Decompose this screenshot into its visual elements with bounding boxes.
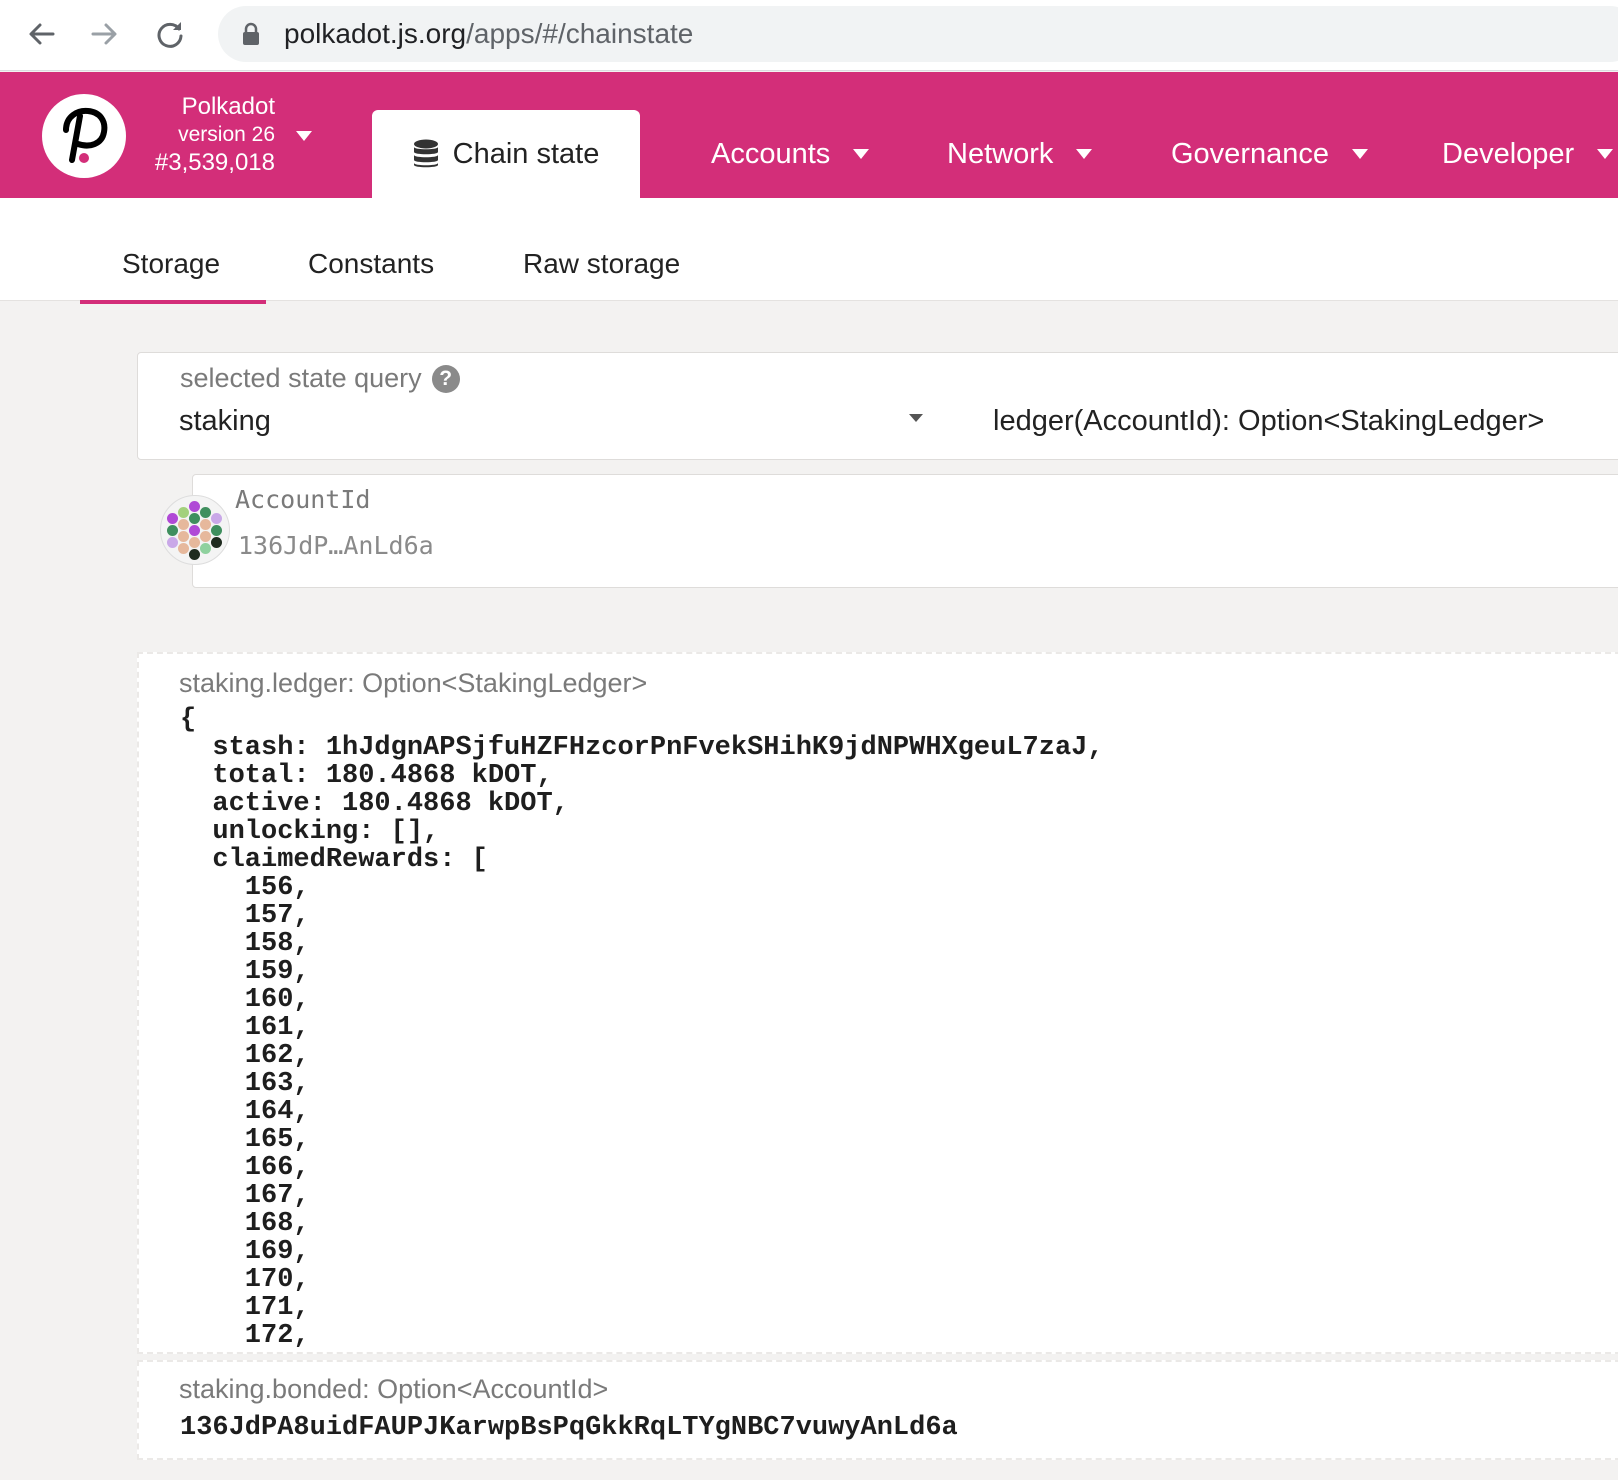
ledger-line: 166, <box>244 1153 310 1183</box>
arrow-left-icon <box>29 23 55 45</box>
active-tab-indicator <box>80 300 266 304</box>
ledger-line: 158, <box>244 929 310 959</box>
method-dropdown[interactable]: ledger(AccountId): Option<StakingLedger> <box>993 405 1544 438</box>
url-text: polkadot.js.org/apps/#/chainstate <box>284 20 693 48</box>
chevron-down-icon <box>853 149 870 159</box>
ledger-line: 162, <box>244 1041 310 1071</box>
ledger-line: 170, <box>244 1265 310 1295</box>
polkadot-logo[interactable] <box>42 94 126 178</box>
ledger-line: 171, <box>244 1293 310 1323</box>
subtab-bar: Storage Constants Raw storage <box>0 198 1618 301</box>
reload-icon <box>157 22 183 48</box>
ledger-line: 172, <box>180 1321 310 1351</box>
account-id-label: AccountId <box>235 485 371 514</box>
chain-version: version 26 <box>178 123 275 146</box>
app-header: Polkadot version 26 #3,539,018 Chain sta… <box>0 72 1618 198</box>
chain-name: Polkadot <box>181 93 275 120</box>
account-identicon[interactable] <box>160 495 230 565</box>
chevron-down-icon[interactable] <box>295 130 313 142</box>
browser-toolbar: polkadot.js.org/apps/#/chainstate <box>0 0 1618 71</box>
menu-governance[interactable]: Governance <box>1171 134 1369 174</box>
best-block-number: #3,539,018 <box>154 149 275 176</box>
module-dropdown[interactable]: staking <box>179 405 271 438</box>
forward-button[interactable] <box>84 14 124 54</box>
ledger-line: 157, <box>244 901 310 931</box>
ledger-line: { <box>180 705 197 735</box>
ledger-line: 160, <box>244 985 310 1015</box>
ledger-line: 163, <box>244 1069 310 1099</box>
ledger-line: stash: 1hJdgnAPSjfuHZFHzcorPnFvekSHihK9j… <box>212 733 1104 763</box>
url-host: polkadot.js.org <box>284 18 467 49</box>
arrow-right-icon <box>91 23 117 45</box>
tab-storage[interactable]: Storage <box>122 248 220 280</box>
ledger-line: 159, <box>244 957 310 987</box>
ledger-line: 167, <box>244 1181 310 1211</box>
chevron-down-icon <box>1352 149 1368 159</box>
ledger-line: 156, <box>244 873 310 903</box>
menu-accounts[interactable]: Accounts <box>711 134 870 174</box>
menu-accounts-label: Accounts <box>711 137 831 170</box>
ledger-line: active: 180.4868 kDOT, <box>212 789 569 819</box>
account-id-input[interactable]: AccountId 136JdP…AnLd6a <box>192 474 1618 588</box>
tab-chain-state-label: Chain state <box>452 137 600 170</box>
menu-network[interactable]: Network <box>947 134 1093 174</box>
help-icon[interactable]: ? <box>431 364 460 393</box>
tab-raw-storage[interactable]: Raw storage <box>523 248 680 280</box>
ledger-line: total: 180.4868 kDOT, <box>212 761 553 791</box>
lock-icon <box>243 22 259 45</box>
query-label: selected state query ? <box>180 363 460 394</box>
url-path: /apps/#/chainstate <box>466 18 694 49</box>
ledger-result: staking.ledger: Option<StakingLedger> { … <box>137 652 1618 1354</box>
query-label-text: selected state query <box>180 363 422 393</box>
ledger-result-value: { stash: 1hJdgnAPSjfuHZFHzcorPnFvekSHihK… <box>180 706 1104 1350</box>
ledger-line: 165, <box>244 1125 310 1155</box>
bonded-result-title: staking.bonded: Option<AccountId> <box>179 1374 609 1404</box>
ledger-line: claimedRewards: [ <box>212 845 488 875</box>
chain-info[interactable]: Polkadot version 26 #3,539,018 <box>135 92 275 178</box>
ledger-result-title: staking.ledger: Option<StakingLedger> <box>179 668 648 698</box>
database-icon <box>413 139 438 168</box>
ledger-line: 168, <box>244 1209 310 1239</box>
polkadot-logo-icon <box>63 107 108 163</box>
state-query-selector: selected state query ? staking ledger(Ac… <box>137 352 1618 460</box>
menu-developer[interactable]: Developer <box>1442 134 1614 174</box>
bonded-result: staking.bonded: Option<AccountId> 136JdP… <box>137 1360 1618 1460</box>
chevron-down-icon[interactable] <box>908 413 924 423</box>
chevron-down-icon <box>1597 149 1614 159</box>
back-button[interactable] <box>22 14 62 54</box>
ledger-line: 169, <box>244 1237 310 1267</box>
bonded-result-value: 136JdPA8uidFAUPJKarwpBsPqGkkRqLTYgNBC7vu… <box>180 1413 958 1443</box>
reload-button[interactable] <box>150 14 190 54</box>
menu-network-label: Network <box>947 137 1054 170</box>
address-bar[interactable]: polkadot.js.org/apps/#/chainstate <box>218 6 1618 62</box>
tab-constants[interactable]: Constants <box>308 248 434 280</box>
ledger-line: unlocking: [], <box>212 817 440 847</box>
chevron-down-icon <box>1076 149 1093 159</box>
ledger-line: 164, <box>244 1097 310 1127</box>
ledger-line: 161, <box>244 1013 310 1043</box>
tab-chain-state[interactable]: Chain state <box>372 110 640 198</box>
menu-governance-label: Governance <box>1171 137 1329 170</box>
menu-developer-label: Developer <box>1442 137 1575 170</box>
account-id-value: 136JdP…AnLd6a <box>238 531 434 560</box>
